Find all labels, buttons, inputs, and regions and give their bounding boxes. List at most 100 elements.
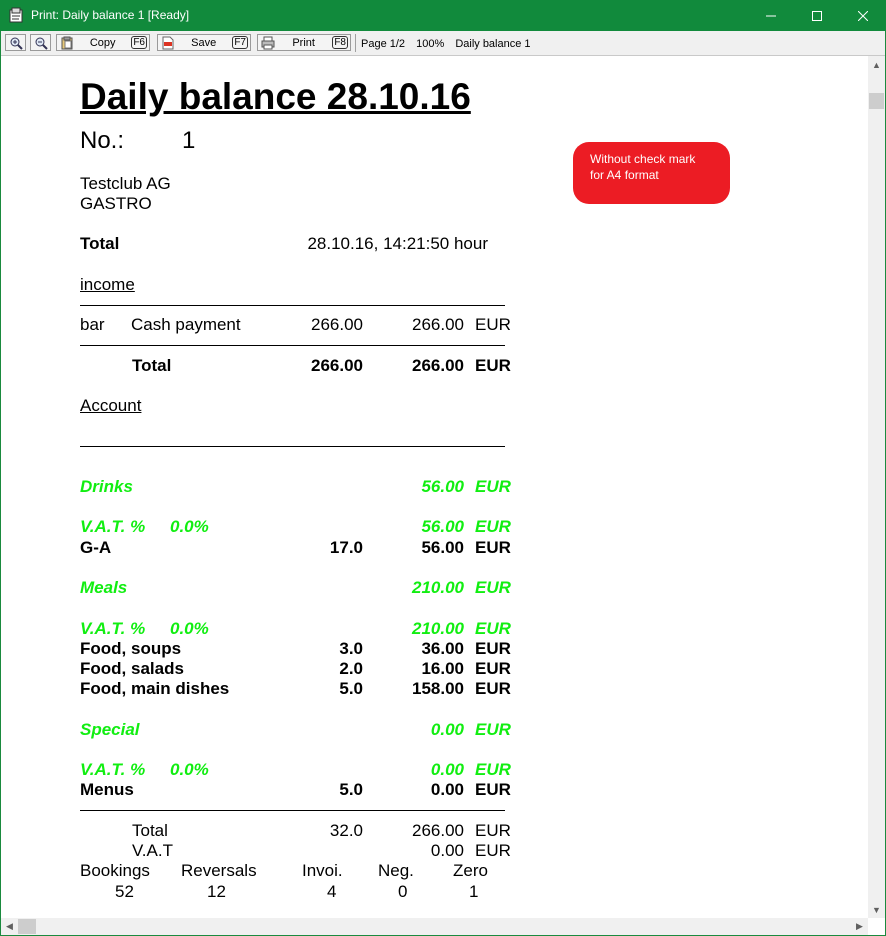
vat-label: V.A.T. % bbox=[80, 619, 146, 638]
group-amount: 0.00 bbox=[430, 720, 464, 739]
print-shortcut-key: F8 bbox=[332, 36, 348, 49]
copy-shortcut-key: F6 bbox=[131, 36, 147, 49]
print-button[interactable]: Print F8 bbox=[257, 34, 351, 51]
total-time-label: Total bbox=[80, 234, 120, 253]
stats-header-zero: Zero bbox=[453, 861, 488, 880]
number-label: No.: bbox=[80, 127, 125, 154]
item-qty: 3.0 bbox=[339, 639, 363, 658]
divider bbox=[80, 345, 505, 346]
account-heading: Account bbox=[80, 396, 142, 415]
minimize-button[interactable] bbox=[748, 0, 794, 31]
group-name: Drinks bbox=[80, 477, 133, 496]
item-name: Food, main dishes bbox=[80, 679, 230, 698]
printer-icon bbox=[261, 36, 275, 49]
group-name: Meals bbox=[80, 578, 128, 597]
print-label: Print bbox=[292, 36, 315, 49]
toolbar-divider bbox=[355, 34, 356, 52]
group-name: Special bbox=[80, 720, 140, 739]
department-name: GASTRO bbox=[80, 194, 152, 213]
income-total-currency: EUR bbox=[475, 356, 511, 375]
item-qty: 17.0 bbox=[329, 538, 363, 557]
vat-currency: EUR bbox=[475, 619, 511, 638]
window-title: Print: Daily balance 1 [Ready] bbox=[31, 8, 190, 22]
income-amount-2: 266.00 bbox=[412, 315, 464, 334]
stats-value-invoices: 4 bbox=[327, 882, 337, 901]
income-place: bar bbox=[80, 315, 105, 334]
stats-header-invoices: Invoi. bbox=[302, 861, 343, 880]
item-currency: EUR bbox=[475, 639, 511, 658]
vertical-scrollbar[interactable]: ▲ ▼ bbox=[868, 56, 885, 918]
zoom-out-icon bbox=[35, 37, 48, 50]
summary-total-qty: 32.0 bbox=[329, 821, 363, 840]
divider bbox=[80, 810, 505, 811]
income-currency: EUR bbox=[475, 315, 511, 334]
item-name: Food, soups bbox=[80, 639, 182, 658]
zoom-in-icon bbox=[10, 37, 23, 50]
group-amount: 210.00 bbox=[412, 578, 464, 597]
item-amount: 16.00 bbox=[421, 659, 464, 678]
horizontal-scrollbar[interactable]: ◀ ▶ bbox=[1, 918, 868, 935]
item-name: Food, salads bbox=[80, 659, 184, 678]
summary-vat-currency: EUR bbox=[475, 841, 511, 860]
income-total-amount-1: 266.00 bbox=[311, 356, 363, 375]
item-amount: 56.00 bbox=[421, 538, 464, 557]
zoom-level: 100% bbox=[416, 38, 445, 50]
stats-header-bookings: Bookings bbox=[80, 861, 150, 880]
report-timestamp: 28.10.16, 14:21:50 hour bbox=[307, 234, 488, 253]
vertical-scroll-thumb[interactable] bbox=[869, 93, 884, 109]
income-type: Cash payment bbox=[131, 315, 241, 334]
stats-header-negative: Neg. bbox=[378, 861, 414, 880]
stats-value-bookings: 52 bbox=[115, 882, 134, 901]
scroll-down-icon[interactable]: ▼ bbox=[868, 901, 885, 918]
scroll-up-icon[interactable]: ▲ bbox=[868, 56, 885, 73]
income-total-amount-2: 266.00 bbox=[412, 356, 464, 375]
summary-total-amount: 266.00 bbox=[412, 821, 464, 840]
group-currency: EUR bbox=[475, 720, 511, 739]
vat-amount: 210.00 bbox=[412, 619, 464, 638]
vat-amount: 0.00 bbox=[430, 760, 464, 779]
zoom-out-button[interactable] bbox=[30, 34, 51, 51]
item-qty: 5.0 bbox=[339, 780, 363, 799]
save-button[interactable]: Save F7 bbox=[157, 34, 251, 51]
item-amount: 36.00 bbox=[421, 639, 464, 658]
item-amount: 0.00 bbox=[430, 780, 464, 799]
vat-label: V.A.T. % bbox=[80, 760, 146, 779]
item-qty: 2.0 bbox=[339, 659, 363, 678]
close-icon bbox=[858, 10, 868, 21]
item-currency: EUR bbox=[475, 659, 511, 678]
item-currency: EUR bbox=[475, 679, 511, 698]
toolbar: Copy F6 Save F7 Print F8 Page 1/2 100% D… bbox=[1, 31, 885, 56]
item-currency: EUR bbox=[475, 780, 511, 799]
preview-status: Page 1/2 100% Daily balance 1 bbox=[361, 38, 539, 50]
pdf-file-icon bbox=[162, 36, 174, 49]
vat-currency: EUR bbox=[475, 517, 511, 536]
summary-vat-amount: 0.00 bbox=[430, 841, 464, 860]
group-currency: EUR bbox=[475, 578, 511, 597]
zoom-in-button[interactable] bbox=[5, 34, 26, 51]
print-preview-app-icon bbox=[9, 7, 23, 23]
vat-label: V.A.T. % bbox=[80, 517, 146, 536]
page-indicator: Page 1/2 bbox=[361, 38, 406, 50]
stats-value-zero: 1 bbox=[469, 882, 479, 901]
note-line-2: for A4 format bbox=[590, 168, 659, 182]
scroll-left-icon[interactable]: ◀ bbox=[1, 918, 18, 935]
report-title: Daily balance 28.10.16 bbox=[80, 76, 471, 117]
income-heading: income bbox=[80, 275, 135, 294]
number-value: 1 bbox=[182, 127, 196, 154]
income-amount-1: 266.00 bbox=[311, 315, 363, 334]
divider bbox=[80, 446, 505, 447]
save-label: Save bbox=[191, 36, 217, 49]
minimize-icon bbox=[766, 15, 776, 16]
clipboard-icon bbox=[61, 36, 73, 49]
vat-amount: 56.00 bbox=[421, 517, 464, 536]
scroll-right-icon[interactable]: ▶ bbox=[851, 918, 868, 935]
summary-total-label: Total bbox=[132, 821, 168, 840]
horizontal-scroll-thumb[interactable] bbox=[18, 919, 36, 934]
stats-value-reversals: 12 bbox=[207, 882, 226, 901]
save-shortcut-key: F7 bbox=[232, 36, 248, 49]
close-button[interactable] bbox=[840, 0, 886, 31]
item-amount: 158.00 bbox=[412, 679, 464, 698]
maximize-button[interactable] bbox=[794, 0, 840, 31]
annotation-note: Without check mark for A4 format bbox=[573, 142, 730, 204]
copy-button[interactable]: Copy F6 bbox=[56, 34, 150, 51]
